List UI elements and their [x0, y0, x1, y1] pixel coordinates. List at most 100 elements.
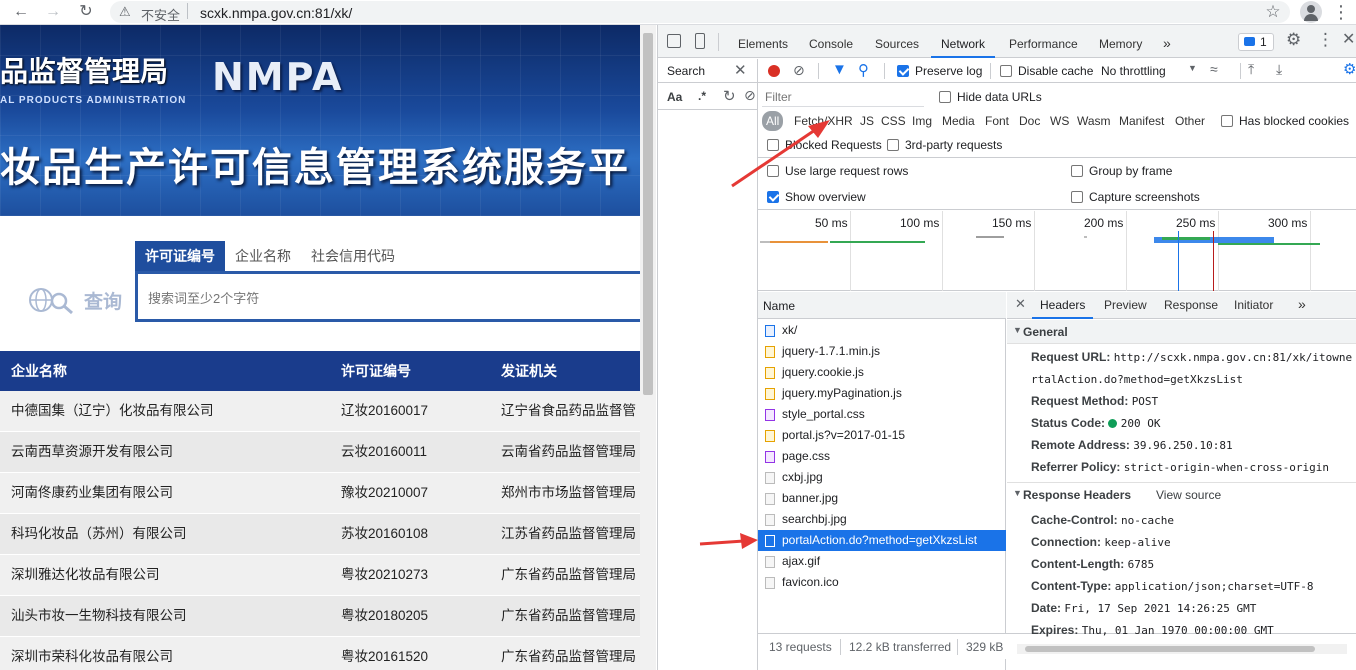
filter-type-img[interactable]: Img — [912, 114, 932, 128]
disable-cache-checkbox[interactable] — [1000, 65, 1012, 77]
request-row[interactable]: favicon.ico — [758, 572, 1006, 593]
network-overview[interactable]: 50 ms 100 ms 150 ms 200 ms 250 ms 300 ms — [758, 211, 1356, 291]
third-party-checkbox[interactable] — [887, 139, 899, 151]
reload-icon[interactable]: ↻ — [75, 2, 97, 22]
address-bar[interactable]: ⚠ 不安全 scxk.nmpa.gov.cn:81/xk/ — [110, 1, 1290, 23]
back-icon[interactable]: ← — [10, 2, 32, 22]
search-network-icon[interactable]: ⚲ — [858, 61, 869, 79]
regex-toggle[interactable]: .* — [698, 89, 706, 103]
close-devtools-icon[interactable]: ✕ — [1342, 29, 1355, 49]
filter-type-ws[interactable]: WS — [1050, 114, 1069, 128]
match-case-toggle[interactable]: Aa — [667, 90, 682, 104]
large-rows-checkbox[interactable] — [767, 165, 779, 177]
cell-company[interactable]: 河南佟康药业集团有限公司 — [11, 473, 331, 513]
table-row[interactable]: 云南西草资源开发有限公司 云妆20160011 云南省药品监督管理局 — [0, 432, 640, 473]
table-row[interactable]: 汕头市妆一生物科技有限公司 粤妆20180205 广东省药品监督管理局 — [0, 596, 640, 637]
refresh-search-icon[interactable]: ↻ — [723, 87, 736, 105]
tab-company-name[interactable]: 企业名称 — [225, 241, 301, 271]
request-row[interactable]: page.css — [758, 446, 1006, 467]
import-har-icon[interactable]: ⤒ — [1248, 61, 1254, 78]
table-row[interactable]: 中德国集（辽宁）化妆品有限公司 辽妆20160017 辽宁省食品药品监督管 — [0, 391, 640, 432]
more-tabs-icon[interactable]: » — [1163, 25, 1171, 58]
filter-type-other[interactable]: Other — [1175, 114, 1205, 128]
close-details-icon[interactable]: ✕ — [1015, 296, 1026, 312]
hide-data-urls-checkbox[interactable] — [939, 91, 951, 103]
table-row[interactable]: 河南佟康药业集团有限公司 豫妆20210007 郑州市市场监督管理局 — [0, 473, 640, 514]
filter-type-all[interactable]: All — [762, 111, 784, 131]
chevron-down-icon[interactable]: ▼ — [1188, 63, 1197, 73]
inspect-icon[interactable] — [667, 34, 681, 48]
detail-tab-headers[interactable]: Headers — [1032, 292, 1094, 319]
tab-network[interactable]: Network — [931, 25, 996, 58]
more-detail-tabs-icon[interactable]: » — [1298, 292, 1306, 319]
record-icon[interactable] — [768, 65, 780, 77]
gear-icon[interactable]: ⚙ — [1286, 30, 1301, 50]
filter-type-media[interactable]: Media — [942, 114, 975, 128]
filter-type-wasm[interactable]: Wasm — [1077, 114, 1111, 128]
cell-company[interactable]: 云南西草资源开发有限公司 — [11, 432, 331, 472]
search-input[interactable] — [148, 279, 608, 317]
more-menu-icon[interactable]: ⋮ — [1330, 2, 1352, 22]
filter-type-manifest[interactable]: Manifest — [1119, 114, 1164, 128]
general-section-header[interactable]: ▼ General — [1007, 320, 1356, 344]
profile-avatar[interactable] — [1300, 1, 1322, 23]
tab-console[interactable]: Console — [809, 25, 853, 58]
request-row[interactable]: ajax.gif — [758, 551, 1006, 572]
tab-credit-code[interactable]: 社会信用代码 — [301, 241, 405, 271]
details-hscrollbar[interactable] — [1017, 644, 1347, 654]
detail-tab-initiator[interactable]: Initiator — [1234, 292, 1273, 319]
bookmark-star-icon[interactable]: ☆ — [1262, 2, 1284, 22]
request-row[interactable]: xk/ — [758, 320, 1006, 341]
show-overview-checkbox[interactable] — [767, 191, 779, 203]
tab-performance[interactable]: Performance — [1009, 25, 1078, 58]
cell-company[interactable]: 深圳雅达化妆品有限公司 — [11, 555, 331, 595]
tab-license-number[interactable]: 许可证编号 — [135, 241, 225, 271]
filter-input[interactable] — [762, 87, 924, 107]
has-blocked-cookies-checkbox[interactable] — [1221, 115, 1233, 127]
blocked-requests-checkbox[interactable] — [767, 139, 779, 151]
request-row[interactable]: jquery.cookie.js — [758, 362, 1006, 383]
detail-tab-preview[interactable]: Preview — [1104, 292, 1147, 319]
view-source-link[interactable]: View source — [1156, 488, 1221, 502]
capture-screenshots-checkbox[interactable] — [1071, 191, 1083, 203]
issues-badge[interactable]: 1 — [1238, 33, 1274, 51]
export-har-icon[interactable]: ⤓ — [1276, 61, 1282, 78]
tab-elements[interactable]: Elements — [738, 25, 788, 58]
device-toggle-icon[interactable] — [695, 33, 705, 49]
request-row[interactable]: searchbj.jpg — [758, 509, 1006, 530]
filter-icon[interactable]: ▼ — [832, 61, 847, 78]
filter-type-doc[interactable]: Doc — [1019, 114, 1040, 128]
close-search-icon[interactable]: ✕ — [734, 61, 747, 79]
network-settings-icon[interactable]: ⚙ — [1343, 60, 1356, 78]
cell-company[interactable]: 科玛化妆品（苏州）有限公司 — [11, 514, 331, 554]
tab-sources[interactable]: Sources — [875, 25, 919, 58]
preserve-log-checkbox[interactable] — [897, 65, 909, 77]
request-row[interactable]: portalAction.do?method=getXkzsList — [758, 530, 1006, 551]
filter-type-font[interactable]: Font — [985, 114, 1009, 128]
request-row[interactable]: jquery.myPagination.js — [758, 383, 1006, 404]
filter-type-js[interactable]: JS — [860, 114, 874, 128]
cell-company[interactable]: 中德国集（辽宁）化妆品有限公司 — [11, 391, 331, 431]
scrollbar-thumb[interactable] — [643, 33, 653, 395]
request-row[interactable]: cxbj.jpg — [758, 467, 1006, 488]
filter-type-xhr[interactable]: Fetch/XHR — [794, 114, 853, 128]
clear-icon[interactable]: ⊘ — [793, 62, 805, 79]
table-row[interactable]: 科玛化妆品（苏州）有限公司 苏妆20160108 江苏省药品监督管理局 — [0, 514, 640, 555]
page-scrollbar[interactable] — [640, 25, 656, 670]
detail-tab-response[interactable]: Response — [1164, 292, 1218, 319]
request-row[interactable]: jquery-1.7.1.min.js — [758, 341, 1006, 362]
clear-search-icon[interactable]: ⊘ — [744, 87, 756, 104]
forward-icon[interactable]: → — [42, 2, 64, 22]
table-row[interactable]: 深圳市荣科化妆品有限公司 粤妆20161520 广东省药品监督管理局 — [0, 637, 640, 670]
name-column-header[interactable]: Name — [763, 299, 795, 313]
cell-company[interactable]: 汕头市妆一生物科技有限公司 — [11, 596, 331, 636]
url-text[interactable]: scxk.nmpa.gov.cn:81/xk/ — [200, 5, 352, 21]
network-conditions-icon[interactable]: ≈ — [1210, 61, 1218, 77]
request-row[interactable]: portal.js?v=2017-01-15 — [758, 425, 1006, 446]
request-row[interactable]: banner.jpg — [758, 488, 1006, 509]
request-row[interactable]: style_portal.css — [758, 404, 1006, 425]
table-row[interactable]: 深圳雅达化妆品有限公司 粤妆20210273 广东省药品监督管理局 — [0, 555, 640, 596]
kebab-menu-icon[interactable]: ⋮ — [1317, 30, 1334, 50]
tab-memory[interactable]: Memory — [1099, 25, 1142, 58]
cell-company[interactable]: 深圳市荣科化妆品有限公司 — [11, 637, 331, 670]
